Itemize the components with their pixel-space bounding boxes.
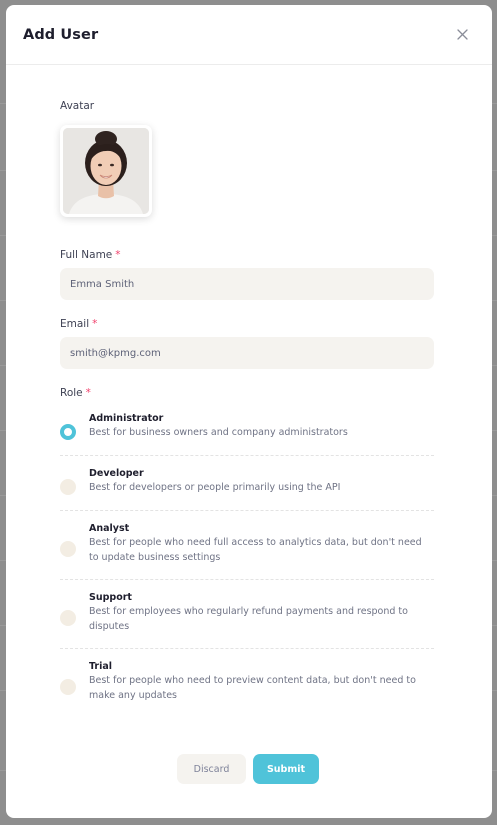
role-description: Best for people who need to preview cont… bbox=[89, 675, 416, 701]
full-name-input[interactable] bbox=[60, 268, 434, 300]
avatar-upload[interactable] bbox=[60, 125, 152, 217]
required-mark: * bbox=[92, 318, 98, 330]
role-radio[interactable] bbox=[60, 610, 76, 626]
role-option-administrator[interactable]: Administrator Best for business owners a… bbox=[60, 412, 434, 441]
role-title: Support bbox=[89, 592, 132, 603]
email-label: Email * bbox=[60, 318, 98, 330]
role-separator bbox=[60, 648, 434, 649]
role-separator bbox=[60, 579, 434, 580]
role-title: Administrator bbox=[89, 413, 164, 424]
role-description: Best for developers or people primarily … bbox=[89, 482, 341, 493]
add-user-modal: Add User Avatar Full Name * Emma Smith E… bbox=[6, 5, 492, 818]
close-button[interactable] bbox=[450, 23, 474, 47]
submit-button[interactable]: Submit bbox=[253, 754, 319, 784]
role-separator bbox=[60, 510, 434, 511]
modal-header: Add User bbox=[6, 5, 492, 65]
role-description: Best for employees who regularly refund … bbox=[89, 606, 408, 632]
close-icon bbox=[456, 29, 468, 40]
avatar bbox=[63, 128, 149, 214]
role-description: Best for business owners and company adm… bbox=[89, 427, 348, 438]
modal-title: Add User bbox=[23, 26, 99, 43]
role-radio[interactable] bbox=[60, 424, 76, 440]
role-radio[interactable] bbox=[60, 679, 76, 695]
email-input[interactable] bbox=[60, 337, 434, 369]
role-description: Best for people who need full access to … bbox=[89, 537, 422, 563]
role-separator bbox=[60, 455, 434, 456]
role-radio[interactable] bbox=[60, 541, 76, 557]
required-mark: * bbox=[85, 387, 91, 399]
role-title: Trial bbox=[89, 661, 113, 672]
required-mark: * bbox=[115, 249, 121, 261]
role-option-developer[interactable]: Developer Best for developers or people … bbox=[60, 467, 434, 496]
full-name-label: Full Name * bbox=[60, 249, 121, 261]
role-label: Role * bbox=[60, 387, 91, 399]
role-option-support[interactable]: Support Best for employees who regularly… bbox=[60, 591, 434, 634]
role-option-analyst[interactable]: Analyst Best for people who need full ac… bbox=[60, 522, 434, 565]
role-option-trial[interactable]: Trial Best for people who need to previe… bbox=[60, 660, 434, 703]
avatar-label: Avatar bbox=[60, 100, 95, 112]
role-radio[interactable] bbox=[60, 479, 76, 495]
role-title: Analyst bbox=[89, 523, 130, 534]
role-title: Developer bbox=[89, 468, 144, 479]
discard-button[interactable]: Discard bbox=[177, 754, 246, 784]
